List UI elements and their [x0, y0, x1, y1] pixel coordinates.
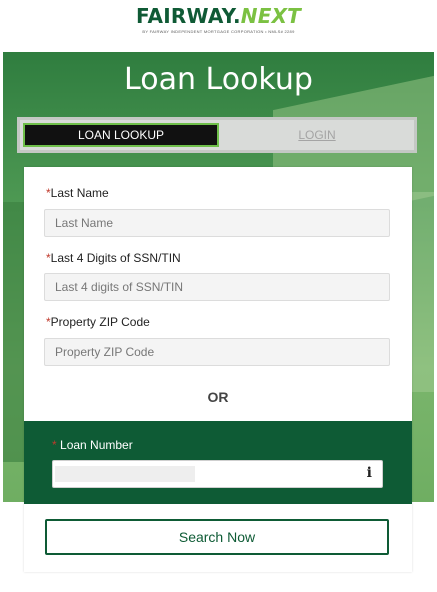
loan-number-label: * Loan Number	[52, 438, 133, 452]
last-name-input[interactable]	[44, 209, 390, 237]
or-divider: OR	[207, 389, 229, 405]
loan-number-value	[55, 466, 195, 482]
info-icon[interactable]: i	[367, 465, 372, 481]
tab-loan-lookup[interactable]: LOAN LOOKUP	[23, 123, 219, 147]
brand-logo: FAIRWAY.NEXT BY FAIRWAY INDEPENDENT MORT…	[0, 4, 437, 34]
tab-login[interactable]: LOGIN	[220, 123, 414, 147]
tab-bar: LOAN LOOKUP LOGIN	[17, 117, 417, 153]
logo-wordmark: FAIRWAY.NEXT	[135, 4, 302, 28]
loan-number-input[interactable]: i	[52, 460, 383, 488]
ssn-label: *Last 4 Digits of SSN/TIN	[46, 251, 181, 265]
ssn-input[interactable]	[44, 273, 390, 301]
search-now-button[interactable]: Search Now	[45, 519, 389, 555]
zip-input[interactable]	[44, 338, 390, 366]
zip-label: *Property ZIP Code	[46, 315, 150, 329]
last-name-label: *Last Name	[46, 186, 109, 200]
logo-tagline: BY FAIRWAY INDEPENDENT MORTGAGE CORPORAT…	[142, 29, 295, 34]
page-title: Loan Lookup	[124, 62, 313, 97]
